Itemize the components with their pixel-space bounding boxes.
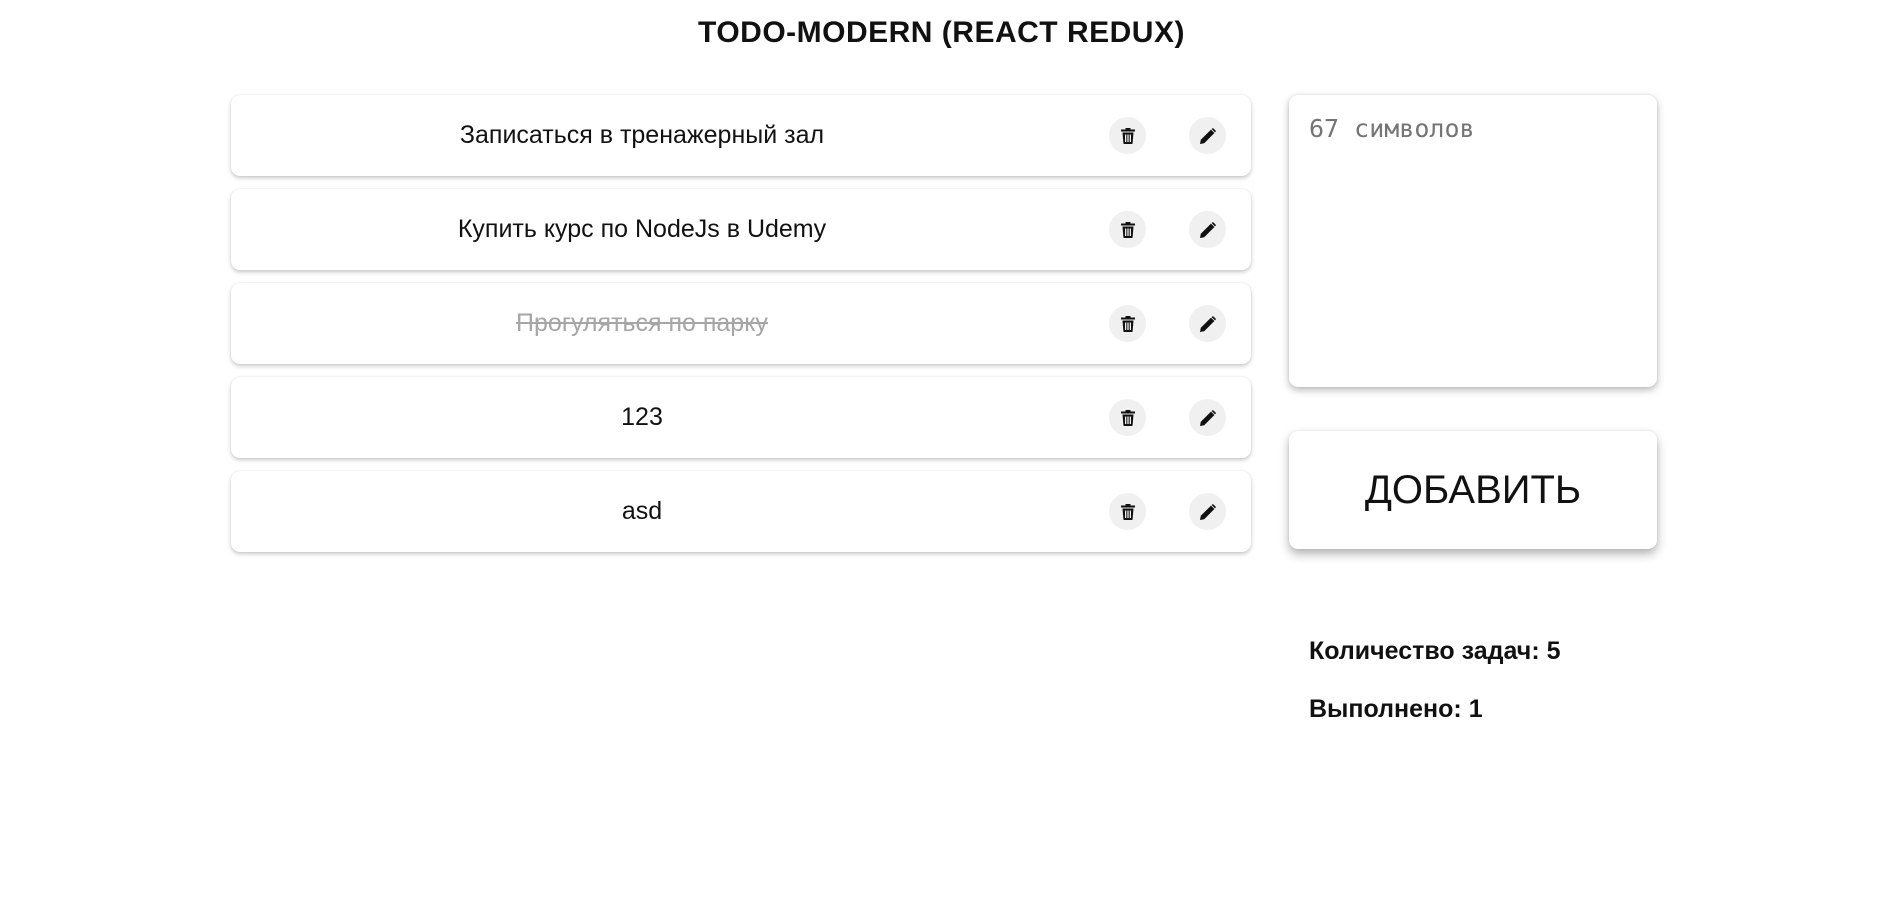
todo-list: Записаться в тренажерный зал Купить курс…	[231, 95, 1251, 565]
add-button[interactable]: ДОБАВИТЬ	[1289, 431, 1657, 549]
delete-button[interactable]	[1109, 211, 1146, 248]
task-stats: Количество задач: 5 Выполнено: 1	[1309, 636, 1561, 752]
todo-text[interactable]: 123	[231, 377, 1053, 458]
todo-item: Купить курс по NodeJs в Udemy	[231, 189, 1251, 270]
delete-button[interactable]	[1109, 305, 1146, 342]
new-todo-input[interactable]	[1289, 95, 1657, 387]
pencil-icon	[1199, 221, 1216, 238]
todo-item: 123	[231, 377, 1251, 458]
trash-icon	[1120, 315, 1135, 332]
delete-button[interactable]	[1109, 493, 1146, 530]
page-title: TODO-MODERN (REACT REDUX)	[698, 16, 1185, 49]
trash-icon	[1120, 127, 1135, 144]
completed-tasks-count: 1	[1468, 695, 1483, 723]
edit-button[interactable]	[1189, 493, 1226, 530]
todo-item: Прогуляться по парку	[231, 283, 1251, 364]
total-tasks-count: 5	[1546, 637, 1561, 665]
edit-button[interactable]	[1189, 399, 1226, 436]
delete-button[interactable]	[1109, 117, 1146, 154]
delete-button[interactable]	[1109, 399, 1146, 436]
trash-icon	[1120, 503, 1135, 520]
todo-item: asd	[231, 471, 1251, 552]
new-todo-panel	[1289, 95, 1657, 387]
todo-text-completed[interactable]: Прогуляться по парку	[231, 283, 1053, 364]
completed-tasks-label: Выполнено:	[1309, 695, 1462, 723]
todo-text[interactable]: asd	[231, 471, 1053, 552]
total-tasks-label: Количество задач:	[1309, 637, 1540, 665]
pencil-icon	[1199, 315, 1216, 332]
edit-button[interactable]	[1189, 211, 1226, 248]
pencil-icon	[1199, 503, 1216, 520]
todo-item: Записаться в тренажерный зал	[231, 95, 1251, 176]
completed-tasks-stat: Выполнено: 1	[1309, 694, 1561, 724]
trash-icon	[1120, 409, 1135, 426]
todo-text[interactable]: Купить курс по NodeJs в Udemy	[231, 189, 1053, 270]
trash-icon	[1120, 221, 1135, 238]
total-tasks-stat: Количество задач: 5	[1309, 636, 1561, 666]
todo-text[interactable]: Записаться в тренажерный зал	[231, 95, 1053, 176]
pencil-icon	[1199, 127, 1216, 144]
pencil-icon	[1199, 409, 1216, 426]
edit-button[interactable]	[1189, 117, 1226, 154]
edit-button[interactable]	[1189, 305, 1226, 342]
